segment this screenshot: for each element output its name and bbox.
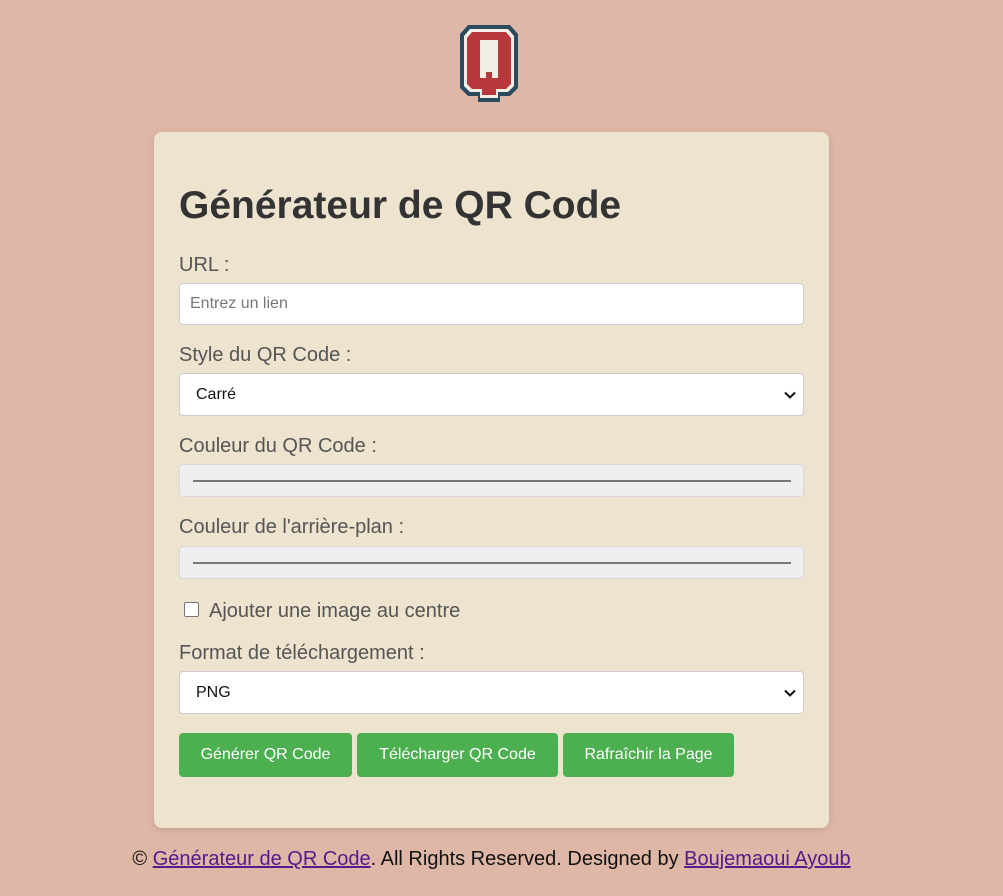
bg-color-label: Couleur de l'arrière-plan : — [179, 516, 405, 538]
qr-color-swatch — [193, 480, 791, 482]
chevron-down-icon — [784, 689, 796, 697]
style-select-value: Carré — [196, 386, 237, 403]
q-logo-icon — [460, 25, 518, 102]
url-label: URL : — [179, 254, 230, 276]
generate-button[interactable]: Générer QR Code — [179, 733, 352, 777]
site-link[interactable]: Générateur de QR Code — [153, 848, 371, 870]
url-input[interactable] — [179, 283, 804, 325]
logo — [458, 22, 520, 104]
format-select-value: PNG — [196, 684, 231, 701]
refresh-button[interactable]: Rafraîchir la Page — [563, 733, 734, 777]
footer-rights-text: . All Rights Reserved. Designed by — [370, 848, 685, 870]
download-button[interactable]: Télécharger QR Code — [357, 733, 558, 777]
center-image-label: Ajouter une image au centre — [209, 600, 461, 622]
chevron-down-icon — [784, 391, 796, 399]
qr-color-label: Couleur du QR Code : — [179, 435, 377, 457]
bg-color-swatch — [193, 562, 791, 564]
qr-generator-card: Générateur de QR Code URL : Style du QR … — [154, 132, 829, 828]
style-select[interactable]: Carré — [179, 373, 804, 416]
center-image-checkbox[interactable] — [184, 602, 199, 617]
qr-color-picker[interactable] — [179, 464, 804, 497]
format-select[interactable]: PNG — [179, 671, 804, 714]
bg-color-picker[interactable] — [179, 546, 804, 579]
style-label: Style du QR Code : — [179, 344, 352, 366]
format-label: Format de téléchargement : — [179, 642, 425, 664]
author-link[interactable]: Boujemaoui Ayoub — [684, 848, 850, 870]
copyright-symbol: © — [132, 848, 148, 870]
footer: © Générateur de QR Code. All Rights Rese… — [0, 847, 983, 871]
page-title: Générateur de QR Code — [179, 184, 622, 227]
